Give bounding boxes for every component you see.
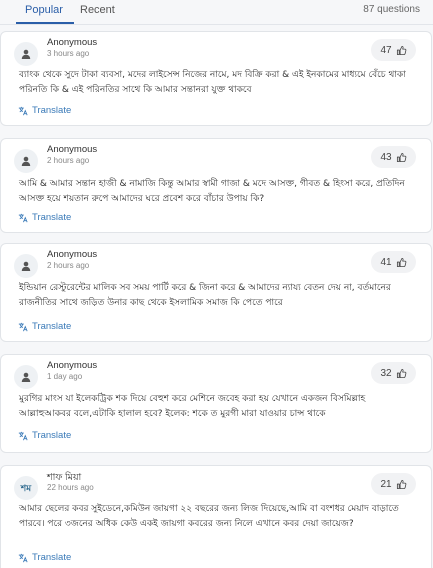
translate-label: Translate (32, 212, 72, 223)
question-text: আমি & আমার সন্তান হাজী & নামাজি কিন্তু আ… (19, 179, 405, 204)
question-card: শম শাফ মিয়া 22 hours ago 21 আমার ছেলের … (0, 465, 432, 568)
timestamp: 22 hours ago (47, 483, 94, 492)
translate-button[interactable]: Translate (18, 321, 71, 332)
question-text: ব্যাংক থেকে সুদে টাকা ব্যবসা, মদের লাইসে… (19, 70, 406, 95)
author-name: Anonymous (47, 144, 98, 155)
upvote-button[interactable]: 43 (371, 146, 416, 168)
tab-bar: Popular Recent 87 questions (0, 0, 433, 25)
author-name: Anonymous (47, 37, 98, 48)
translate-label: Translate (32, 105, 72, 116)
translate-button[interactable]: Translate (18, 105, 71, 116)
timestamp: 3 hours ago (47, 49, 90, 58)
author-name: Anonymous (47, 249, 98, 260)
translate-label: Translate (32, 552, 72, 563)
question-text: আমার ছেলের কবর সুইডেনে,কমিউন জায়গা ২২ ব… (19, 504, 399, 529)
vote-count: 43 (380, 151, 392, 163)
upvote-button[interactable]: 41 (371, 251, 416, 273)
vote-count: 47 (380, 44, 392, 56)
tab-recent[interactable]: Recent (80, 4, 115, 16)
author-name: Anonymous (47, 360, 98, 371)
thumbs-up-icon (396, 368, 406, 378)
upvote-button[interactable]: 32 (371, 362, 416, 384)
avatar-initials: শম (20, 482, 32, 493)
translate-label: Translate (32, 321, 72, 332)
tab-popular[interactable]: Popular (16, 4, 74, 24)
translate-icon (18, 553, 28, 562)
translate-icon (18, 106, 28, 115)
question-card: Anonymous 1 day ago 32 মুরগির মাংস যা ইল… (0, 354, 432, 453)
translate-icon (18, 431, 28, 440)
translate-button[interactable]: Translate (18, 212, 71, 223)
translate-button[interactable]: Translate (18, 430, 71, 441)
avatar (14, 42, 38, 66)
timestamp: 1 day ago (47, 372, 83, 381)
vote-count: 32 (380, 367, 392, 379)
user-icon (21, 261, 31, 271)
question-text: ইন্ডিয়ান রেস্টুরেন্টের মালিক সব সময় পা… (19, 283, 391, 308)
upvote-button[interactable]: 21 (371, 473, 416, 495)
timestamp: 2 hours ago (47, 156, 90, 165)
thumbs-up-icon (396, 257, 406, 267)
translate-icon (18, 322, 28, 331)
question-text: মুরগির মাংস যা ইলেকট্রিক শক দিয়ে বেহুশ … (19, 394, 366, 419)
translate-button[interactable]: Translate (18, 552, 71, 563)
question-count: 87 questions (363, 4, 420, 15)
timestamp: 2 hours ago (47, 261, 90, 270)
translate-label: Translate (32, 430, 72, 441)
thumbs-up-icon (396, 45, 406, 55)
question-card: Anonymous 3 hours ago 47 ব্যাংক থেকে সুদ… (0, 31, 432, 126)
avatar (14, 365, 38, 389)
avatar: শম (14, 476, 38, 500)
question-card: Anonymous 2 hours ago 43 আমি & আমার সন্ত… (0, 138, 432, 233)
translate-icon (18, 213, 28, 222)
thumbs-up-icon (396, 152, 406, 162)
user-icon (21, 156, 31, 166)
upvote-button[interactable]: 47 (371, 39, 416, 61)
avatar (14, 149, 38, 173)
vote-count: 21 (380, 478, 392, 490)
vote-count: 41 (380, 256, 392, 268)
question-card: Anonymous 2 hours ago 41 ইন্ডিয়ান রেস্ট… (0, 243, 432, 342)
thumbs-up-icon (396, 479, 406, 489)
avatar (14, 254, 38, 278)
user-icon (21, 49, 31, 59)
user-icon (21, 372, 31, 382)
